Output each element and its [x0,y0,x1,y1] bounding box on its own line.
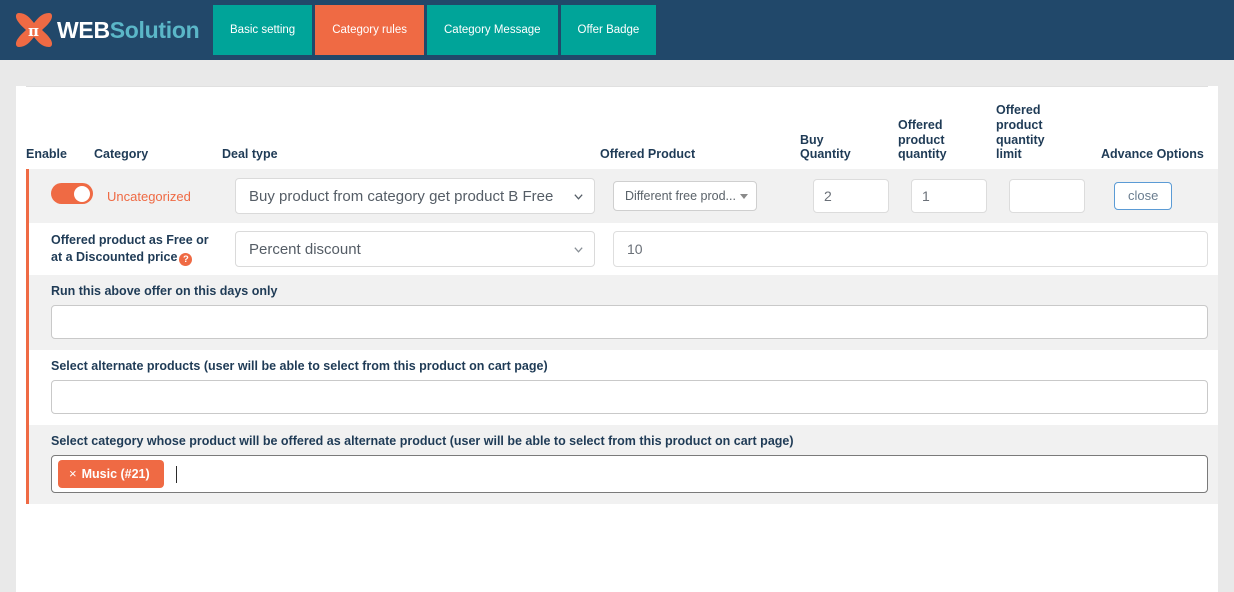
alternate-products-input[interactable] [51,380,1208,414]
chevron-down-icon [574,246,583,253]
nav-tabs: Basic setting Category rules Category Me… [213,0,659,60]
tab-category-message[interactable]: Category Message [427,5,558,55]
buy-quantity-input[interactable]: 2 [813,179,889,213]
alternate-products-block: Select alternate products (user will be … [39,350,1218,425]
opq-line3: quantity [898,147,947,162]
offered-product-select[interactable]: Different free prod... [613,181,757,211]
tab-offer-badge[interactable]: Offer Badge [560,5,657,55]
discount-amount-input[interactable]: 10 [613,231,1208,267]
tab-basic-setting-label: Basic setting [230,24,296,36]
toggle-knob [74,185,90,202]
text-cursor [175,465,177,483]
app-header: π WEBSolution Basic setting Category rul… [0,0,1234,60]
help-icon[interactable]: ? [179,252,193,266]
opq-line1: Offered [898,117,943,132]
discount-type-cell: Percent discount [235,231,613,267]
tab-category-rules[interactable]: Category rules [315,5,424,55]
deal-type-cell: Buy product from category get product B … [235,178,613,214]
deal-type-select[interactable]: Buy product from category get product B … [235,178,595,214]
remove-tag-icon[interactable]: × [69,466,77,481]
tab-category-message-label: Category Message [444,24,541,36]
tab-category-rules-label: Category rules [332,24,407,36]
offered-product-quantity-limit-input[interactable] [1009,179,1085,213]
category-tag-label: Music (#21) [81,466,150,481]
opql-line2: product [996,117,1043,132]
buy-quantity-line1: Buy [800,132,824,147]
alternate-category-input[interactable]: × Music (#21) [51,455,1208,493]
days-row: Run this above offer on this days only [26,275,1218,350]
discount-type-value: Percent discount [249,240,361,258]
category-name: Uncategorized [107,188,191,204]
discount-label: Offered product as Free or at a Discount… [39,232,235,266]
offered-product-quantity-input[interactable]: 1 [911,179,987,213]
buy-quantity-cell: 2 [813,179,911,213]
tab-basic-setting[interactable]: Basic setting [213,5,313,55]
discount-label-line1: Offered product as Free or [51,233,209,248]
category-tag[interactable]: × Music (#21) [58,460,164,488]
days-input[interactable] [51,305,1208,339]
days-label: Run this above offer on this days only [51,284,278,298]
opq-line2: product [898,132,945,147]
close-button[interactable]: close [1114,182,1173,210]
opql-line3: quantity [996,132,1045,147]
buy-quantity-line2: Quantity [800,147,851,162]
rules-card: Enable Category Deal type Offered Produc… [16,86,1218,592]
alternate-category-row: Select category whose product will be of… [26,425,1218,504]
caret-down-icon [740,193,748,199]
column-header-deal-type: Deal type [222,147,278,162]
alternate-products-row: Select alternate products (user will be … [26,350,1218,425]
opql-line1: Offered [996,103,1041,117]
enable-cell [39,183,107,209]
brand-logo: π WEBSolution [0,0,213,60]
alternate-category-label: Select category whose product will be of… [51,434,794,448]
offered-product-cell: Different free prod... [613,181,813,211]
discount-label-line2: at a Discounted price [51,249,178,264]
svg-text:π: π [28,22,39,40]
discount-row: Offered product as Free or at a Discount… [26,223,1218,275]
offered-product-quantity-limit-cell [1009,179,1114,213]
days-block: Run this above offer on this days only [39,275,1218,350]
rule-row: Uncategorized Buy product from category … [26,169,1218,223]
column-header-enable: Enable [26,147,67,162]
opql-line4: limit [996,147,1022,162]
column-header-category: Category [94,147,149,162]
column-header-offered-product-quantity-limit: Offered product quantity limit [996,103,1101,169]
table-header-row: Enable Category Deal type Offered Produc… [16,87,1218,169]
brand-solution: Solution [109,16,200,43]
discount-row-inner: Offered product as Free or at a Discount… [39,223,1218,275]
deal-type-value: Buy product from category get product B … [249,187,554,205]
column-header-offered-product: Offered Product [600,147,696,162]
offered-product-quantity-cell: 1 [911,179,1009,213]
tab-offer-badge-label: Offer Badge [577,24,640,36]
advance-options-cell: close [1114,182,1208,210]
alternate-products-label: Select alternate products (user will be … [51,359,548,373]
offered-product-value: Different free prod... [625,189,736,203]
rule-row-main: Uncategorized Buy product from category … [39,169,1218,223]
alternate-category-block: Select category whose product will be of… [39,425,1218,504]
column-header-advance-options: Advance Options [1101,147,1204,162]
column-header-buy-quantity: Buy Quantity [800,133,898,170]
column-header-offered-product-quantity: Offered product quantity [898,118,996,169]
brand-web: WEB [57,16,110,43]
x-pi-logo-icon: π [14,11,54,49]
brand-text: WEBSolution [57,16,200,43]
page-content: Enable Category Deal type Offered Produc… [0,86,1234,592]
discount-type-select[interactable]: Percent discount [235,231,595,267]
enable-toggle[interactable] [51,183,93,204]
chevron-down-icon [574,193,583,200]
